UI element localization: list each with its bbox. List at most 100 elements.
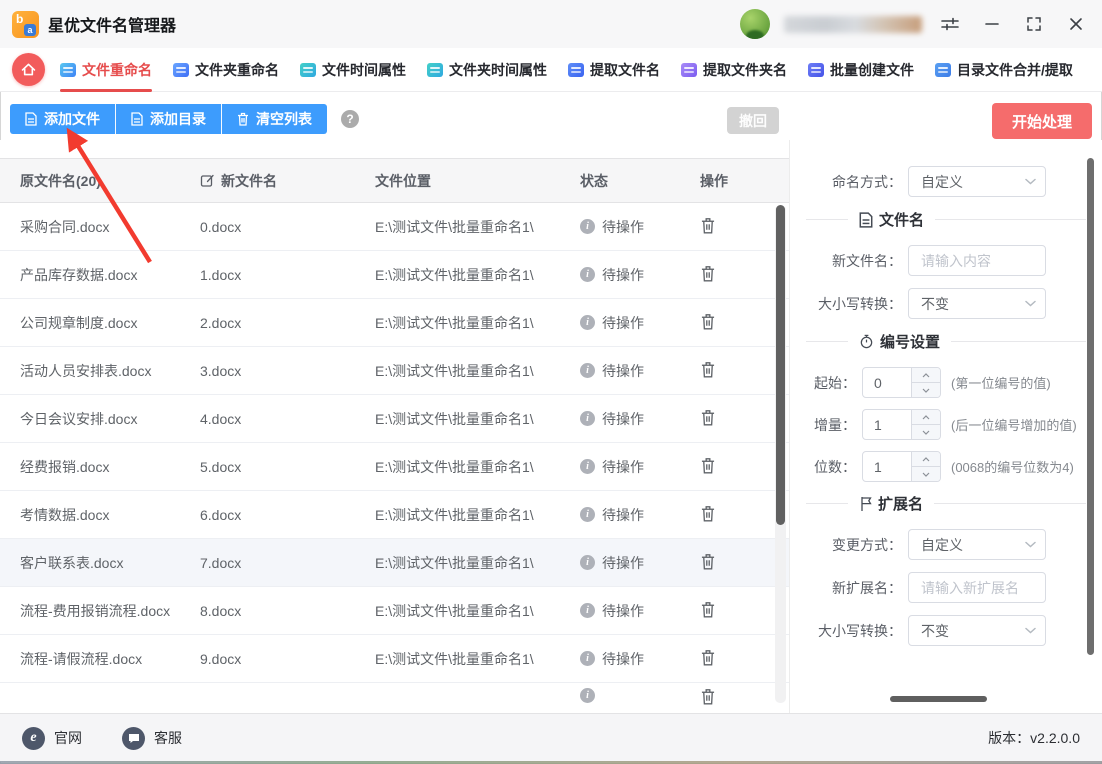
new-filename: 6.docx (200, 507, 375, 523)
add-files-label: 添加文件 (44, 109, 100, 129)
digits-input[interactable]: 1 (862, 451, 941, 482)
ext-change-mode-select[interactable]: 自定义 (908, 529, 1046, 560)
ext-case-convert-select[interactable]: 不变 (908, 615, 1046, 646)
header-file-location[interactable]: 文件位置 (375, 171, 580, 191)
table-row[interactable]: 活动人员安排表.docx3.docxE:\测试文件\批量重命名1\i待操作 (0, 347, 789, 395)
tab-7[interactable]: 批量创建文件 (808, 48, 914, 92)
delete-icon[interactable] (700, 601, 716, 618)
home-button[interactable] (12, 53, 45, 86)
delete-icon[interactable] (700, 688, 716, 705)
tab-label: 文件时间属性 (322, 60, 406, 80)
app-logo-icon: b a (12, 11, 39, 38)
original-filename: 活动人员安排表.docx (20, 361, 200, 381)
spinner-down-button[interactable] (912, 383, 940, 397)
delete-icon[interactable] (700, 505, 716, 522)
spinner-up-button[interactable] (912, 452, 940, 467)
panel-hscrollbar-thumb[interactable] (890, 696, 987, 702)
new-filename-input[interactable]: 请输入内容 (908, 245, 1046, 276)
status-cell: i待操作 (580, 601, 700, 621)
tab-3[interactable]: 文件时间属性 (300, 48, 406, 92)
table-row[interactable]: 公司规章制度.docx2.docxE:\测试文件\批量重命名1\i待操作 (0, 299, 789, 347)
clear-list-button[interactable]: 清空列表 (222, 104, 327, 134)
undo-button[interactable]: 撤回 (727, 107, 779, 134)
spinner-down-button[interactable] (912, 425, 940, 439)
tab-6[interactable]: 提取文件夹名 (681, 48, 787, 92)
website-link[interactable]: e 官网 (22, 727, 82, 750)
delete-icon[interactable] (700, 265, 716, 282)
tab-8[interactable]: 目录文件合并/提取 (935, 48, 1073, 92)
spinner-up-button[interactable] (912, 410, 940, 425)
file-location: E:\测试文件\批量重命名1\ (375, 457, 580, 477)
new-filename: 3.docx (200, 363, 375, 379)
status-cell: i待操作 (580, 649, 700, 669)
table-row[interactable]: 产品库存数据.docx1.docxE:\测试文件\批量重命名1\i待操作 (0, 251, 789, 299)
support-link[interactable]: 客服 (122, 727, 182, 750)
maximize-button[interactable] (1020, 10, 1048, 38)
user-name-blurred[interactable] (784, 16, 922, 33)
delete-icon[interactable] (700, 457, 716, 474)
new-extension-input[interactable]: 请输入新扩展名 (908, 572, 1046, 603)
file-icon (859, 212, 873, 228)
numbering-icon (859, 334, 874, 349)
delete-icon[interactable] (700, 313, 716, 330)
app-title: 星优文件名管理器 (48, 12, 176, 36)
minimize-button[interactable] (978, 10, 1006, 38)
toolbar: 添加文件 添加目录 清空列表 ? 撤回 开始处理 (0, 92, 1102, 140)
tab-label: 提取文件夹名 (703, 60, 787, 80)
table-row[interactable]: 采购合同.docx0.docxE:\测试文件\批量重命名1\i待操作 (0, 203, 789, 251)
chevron-down-icon (1025, 300, 1036, 307)
table-scrollbar-thumb[interactable] (776, 205, 785, 525)
header-action: 操作 (700, 171, 770, 191)
file-location: E:\测试文件\批量重命名1\ (375, 553, 580, 573)
add-files-button[interactable]: 添加文件 (10, 104, 116, 134)
action-cell (700, 553, 770, 573)
chevron-down-icon (1025, 178, 1036, 185)
table-row[interactable]: 流程-费用报销流程.docx8.docxE:\测试文件\批量重命名1\i待操作 (0, 587, 789, 635)
spinner-up-button[interactable] (912, 368, 940, 383)
status-cell: i待操作 (580, 361, 700, 381)
tab-bar: 文件重命名文件夹重命名 文件时间属性 文件夹时间属性 提取文件名 提取文件夹名 批量创建文… (0, 48, 1102, 92)
increment-input[interactable]: 1 (862, 409, 941, 440)
header-status[interactable]: 状态 (580, 171, 700, 191)
folder-time-icon (427, 63, 443, 77)
table-row[interactable]: 今日会议安排.docx4.docxE:\测试文件\批量重命名1\i待操作 (0, 395, 789, 443)
panel-scrollbar-thumb[interactable] (1087, 158, 1094, 655)
flag-icon (859, 496, 872, 512)
delete-icon[interactable] (700, 217, 716, 234)
delete-icon[interactable] (700, 409, 716, 426)
tab-4[interactable]: 文件夹时间属性 (427, 48, 547, 92)
status-text: 待操作 (602, 265, 644, 285)
new-filename: 2.docx (200, 315, 375, 331)
close-button[interactable] (1062, 10, 1090, 38)
add-directory-button[interactable]: 添加目录 (116, 104, 222, 134)
tab-5[interactable]: 提取文件名 (568, 48, 660, 92)
table-row[interactable]: 考情数据.docx6.docxE:\测试文件\批量重命名1\i待操作 (0, 491, 789, 539)
table-row[interactable]: i (0, 683, 789, 713)
info-icon: i (580, 603, 595, 618)
increment-hint: (后一位编号增加的值) (951, 415, 1077, 434)
tab-1[interactable]: 文件重命名 (60, 48, 152, 92)
start-process-button[interactable]: 开始处理 (992, 103, 1092, 139)
table-scrollbar-track[interactable] (775, 205, 786, 703)
start-number-input[interactable]: 0 (862, 367, 941, 398)
spinner-down-button[interactable] (912, 467, 940, 481)
case-convert-select[interactable]: 不变 (908, 288, 1046, 319)
settings-sliders-icon[interactable] (936, 10, 964, 38)
user-avatar[interactable] (740, 9, 770, 39)
delete-icon[interactable] (700, 361, 716, 378)
table-row[interactable]: 客户联系表.docx7.docxE:\测试文件\批量重命名1\i待操作 (0, 539, 789, 587)
logo-letter-b: b (16, 12, 23, 26)
help-icon[interactable]: ? (341, 110, 359, 128)
trash-icon (237, 112, 249, 126)
delete-icon[interactable] (700, 649, 716, 666)
action-cell (700, 217, 770, 237)
header-new-filename[interactable]: 新文件名 (200, 171, 375, 191)
table-row[interactable]: 经费报销.docx5.docxE:\测试文件\批量重命名1\i待操作 (0, 443, 789, 491)
header-original-filename[interactable]: 原文件名(20) (20, 171, 200, 191)
tab-label: 提取文件名 (590, 60, 660, 80)
naming-mode-select[interactable]: 自定义 (908, 166, 1046, 197)
delete-icon[interactable] (700, 553, 716, 570)
tab-2[interactable]: 文件夹重命名 (173, 48, 279, 92)
table-row[interactable]: 流程-请假流程.docx9.docxE:\测试文件\批量重命名1\i待操作 (0, 635, 789, 683)
info-icon: i (580, 507, 595, 522)
